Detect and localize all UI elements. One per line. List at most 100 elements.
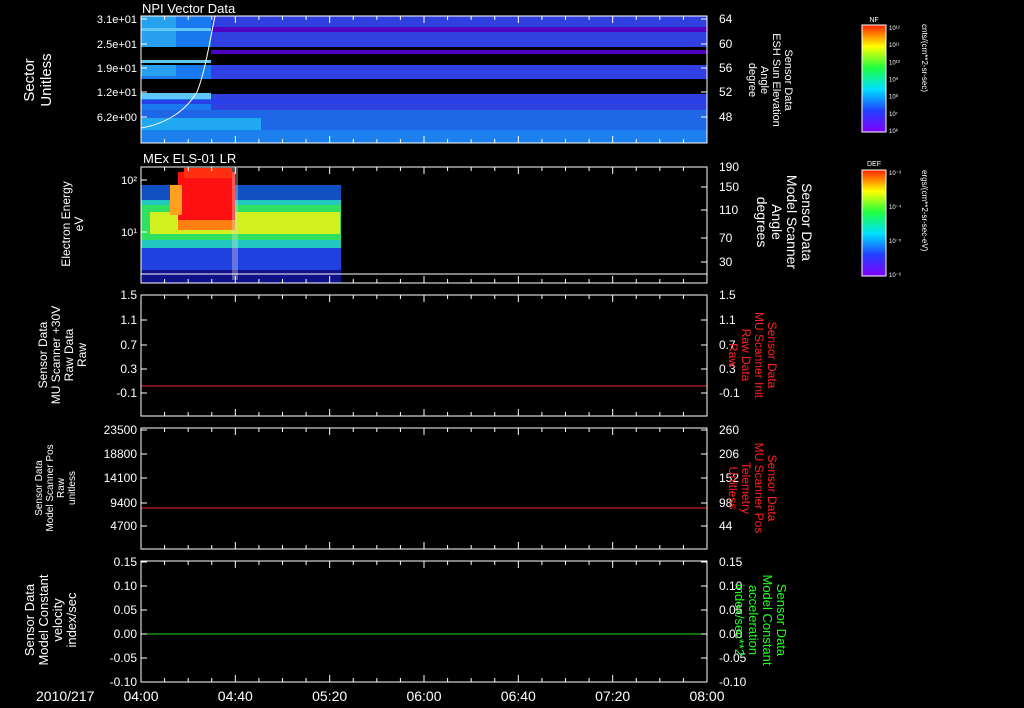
npi-left-label-line: Sector: [21, 58, 38, 101]
npi-left-axis-label: Sector Unitless: [21, 53, 55, 106]
left-tick-label: 0.7: [120, 338, 137, 352]
right-tick-label: 0.15: [719, 555, 743, 569]
model-pos-ticks: 235001880014100940047002602061529844: [104, 423, 739, 549]
left-tick-label: 1.5: [120, 288, 137, 302]
model-pos-right-label-line: MU Scanner Pos: [752, 443, 766, 534]
mu-raw-left-label-line: MU Scanner +30V: [49, 306, 63, 404]
left-tick-label: -0.10: [110, 675, 138, 689]
model-const-left-label-line: index/sec: [64, 592, 79, 647]
left-tick-label: 1.9e+01: [97, 63, 137, 75]
mission-summary-plot: NPI Vector Data 3.1e+01 2.5e+01 1.9e+01 1.2…: [21, 1, 929, 704]
right-tick-label: 190: [719, 160, 739, 174]
npi-right-label-line: Angle: [758, 66, 770, 94]
left-tick-label: 4700: [110, 519, 137, 533]
els-heatmap: [141, 167, 341, 283]
panel-npi: NPI Vector Data 3.1e+01 2.5e+01 1.9e+01 1.2…: [21, 1, 794, 144]
npi-colorbar-title: NF: [869, 17, 878, 24]
time-tick-label: 06:00: [406, 688, 441, 704]
npi-left-label-line: Unitless: [38, 53, 55, 106]
left-tick-label: 0.15: [114, 555, 138, 569]
date-label: 2010/217: [36, 688, 95, 704]
right-tick-label: -0.1: [719, 386, 740, 400]
els-right-axis-label: Sensor Data Model Scanner Angle degrees: [754, 175, 815, 270]
right-tick-label: 150: [719, 180, 739, 194]
npi-right-label-line: Sensor Data: [782, 49, 794, 111]
left-tick-label: 10¹: [121, 227, 137, 239]
npi-right-label-line: ESH Sun Elevation: [770, 33, 782, 127]
right-tick-label: 1.1: [719, 313, 736, 327]
mu-raw-left-axis-label: Sensor Data MU Scanner +30V Raw Data Raw: [36, 306, 89, 404]
npi-colorbar: NF 10¹² 10¹¹ 10¹⁰ 10⁹ 10⁸ 10⁷ 10⁶ cnts/(cm**2-…: [861, 17, 929, 135]
model-const-ticks: 0.150.100.050.00-0.05-0.100.150.100.050.…: [110, 555, 747, 689]
els-right-label-line: Sensor Data: [799, 183, 815, 261]
right-tick-label: 70: [719, 231, 733, 245]
model-const-right-label-line: Model Constant: [760, 574, 775, 665]
left-tick-label: 9400: [110, 496, 137, 510]
els-left-axis-label: Electron Energy eV: [59, 181, 86, 266]
mu-raw-right-label-line: Raw: [726, 343, 740, 367]
colorbar-tick-label: 10⁶: [889, 128, 899, 135]
time-tick-label: 04:00: [123, 688, 158, 704]
npi-heatmap: [141, 16, 707, 143]
panel-mu-raw: 1.51.10.70.3-0.11.51.10.70.3-0.1 Sensor …: [36, 288, 779, 417]
npi-right-label-line: degree: [746, 63, 758, 97]
colorbar-tick-label: 10⁻⁶: [889, 272, 902, 279]
right-tick-label: 260: [719, 423, 739, 437]
time-tick-label: 06:40: [501, 688, 536, 704]
model-const-right-label-line: acceleration: [746, 585, 761, 655]
model-pos-left-label-line: Raw: [56, 477, 67, 498]
colorbar-tick-label: 10⁸: [889, 94, 899, 101]
model-pos-right-label-line: Unitless: [726, 467, 740, 510]
time-tick-label: 05:20: [312, 688, 347, 704]
mu-raw-ticks: 1.51.10.70.3-0.11.51.10.70.3-0.1: [116, 288, 740, 416]
model-const-left-label-line: velocity: [50, 598, 65, 642]
mu-raw-right-label-line: Sensor Data: [765, 322, 779, 389]
left-tick-label: 3.1e+01: [97, 14, 137, 26]
els-title: MEx ELS-01 LR: [143, 151, 236, 166]
model-const-right-axis-label: Sensor Data Model Constant acceleration …: [732, 574, 789, 665]
left-tick-label: 0.3: [120, 362, 137, 376]
right-tick-label: 44: [719, 519, 733, 533]
left-tick-label: 23500: [104, 423, 138, 437]
model-pos-left-axis-label: Sensor Data Model Scanner Pos Raw unitle…: [34, 444, 78, 531]
model-pos-left-label-line: Model Scanner Pos: [45, 444, 56, 531]
panel-els: MEx ELS-01 LR 10² 10¹ 190 150 110 70 30 Electr…: [59, 151, 815, 284]
model-pos-frame: [140, 427, 708, 550]
left-tick-label: 0.00: [114, 627, 138, 641]
colorbar-tick-label: 10⁻⁴: [889, 204, 902, 211]
panel-model-pos: 235001880014100940047002602061529844 Sen…: [34, 423, 779, 550]
left-tick-label: -0.1: [116, 386, 137, 400]
right-tick-label: 1.5: [719, 288, 736, 302]
els-left-label-line: Electron Energy: [59, 181, 73, 266]
mu-raw-left-label-line: Raw: [75, 343, 89, 367]
npi-colorbar-gradient: [861, 24, 887, 133]
right-tick-label: 60: [719, 37, 733, 51]
right-tick-label: 52: [719, 85, 733, 99]
right-tick-label: -0.10: [719, 675, 747, 689]
time-tick-label: 04:40: [218, 688, 253, 704]
model-const-frame: [140, 560, 708, 683]
model-const-left-label-line: Sensor Data: [22, 583, 37, 656]
model-pos-right-label-line: Telemetry: [739, 462, 753, 514]
colorbar-tick-label: 10¹⁰: [889, 59, 901, 66]
els-right-label-line: Model Scanner: [784, 175, 800, 270]
left-tick-label: 14100: [104, 471, 138, 485]
right-tick-label: 110: [719, 203, 738, 217]
colorbar-tick-label: 10⁻⁵: [889, 238, 902, 245]
model-const-right-label-line: index/sec**2: [732, 584, 747, 656]
left-tick-label: 0.10: [114, 579, 138, 593]
colorbar-tick-label: 10⁻³: [889, 171, 901, 177]
model-const-left-label-line: Model Constant: [36, 574, 51, 665]
left-tick-label: 10²: [121, 175, 137, 187]
mu-raw-frame: [140, 294, 708, 417]
mu-raw-right-label-line: Raw Data: [739, 329, 753, 382]
model-pos-left-label-line: Sensor Data: [34, 460, 45, 516]
colorbar-tick-label: 10⁹: [889, 77, 899, 84]
right-tick-label: 206: [719, 447, 739, 461]
model-pos-left-label-line: unitless: [67, 471, 78, 505]
els-colorbar-gradient: [861, 169, 887, 277]
els-right-label-line: Angle: [769, 204, 785, 240]
left-tick-label: 18800: [104, 447, 138, 461]
left-tick-label: 1.1: [120, 313, 137, 327]
right-tick-label: 56: [719, 61, 733, 75]
